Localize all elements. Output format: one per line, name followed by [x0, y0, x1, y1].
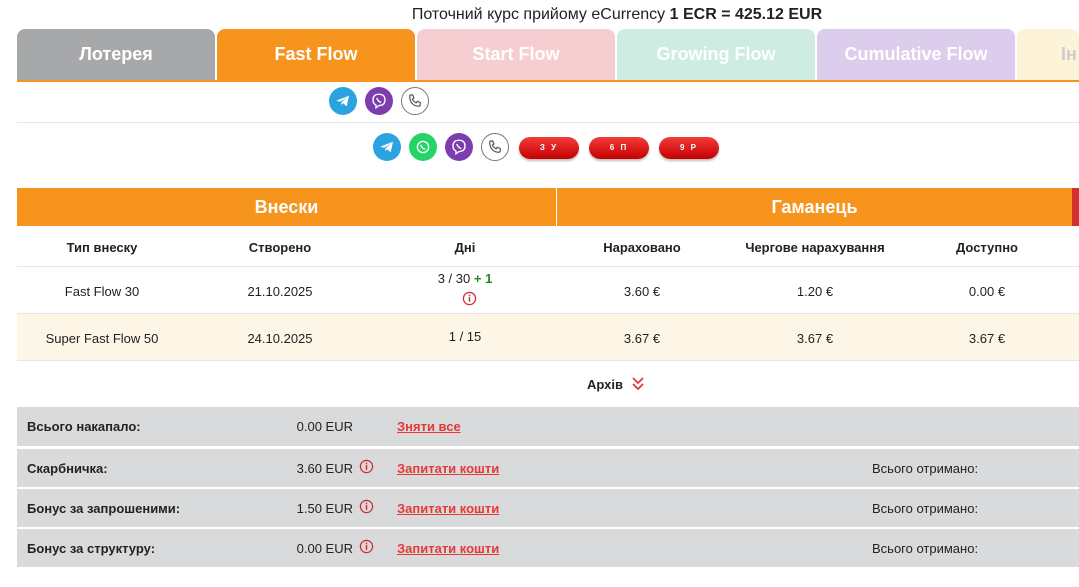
divider [17, 360, 1079, 361]
pill-button-9r[interactable]: 9 Р [659, 137, 719, 159]
contacts-row-1 [329, 87, 439, 117]
available-value: 3.67 € [968, 331, 1006, 346]
days-value: 1 / 15 [448, 329, 482, 344]
col-accrued: Нараховано [603, 240, 681, 255]
info-icon[interactable] [359, 499, 374, 514]
telegram-icon[interactable] [329, 87, 357, 115]
created-date: 21.10.2025 [247, 284, 313, 299]
summary-label: Бонус за структуру: [27, 541, 156, 556]
request-funds-link[interactable]: Запитати кошти [397, 461, 499, 476]
col-days: Дні [454, 240, 476, 255]
pill-button-6p[interactable]: 6 П [589, 137, 649, 159]
summary-row-structure-bonus: Бонус за структуру: 0.00 EUR Запитати ко… [17, 528, 1079, 567]
phone-icon[interactable] [401, 87, 429, 115]
exchange-rate-value: 1 ECR = 425.12 EUR [669, 6, 823, 23]
deposit-type: Fast Flow 30 [64, 284, 140, 299]
next-accrual-value: 1.20 € [796, 284, 834, 299]
summary-label: Скарбничка: [27, 461, 108, 476]
days-progress: 1 / 15 [380, 329, 550, 344]
summary-label: Бонус за запрошеними: [27, 501, 181, 516]
archive-toggle[interactable]: Архів [587, 377, 623, 392]
tab-more[interactable]: Ін [1017, 29, 1079, 80]
days-value: 3 / 30 [437, 271, 471, 286]
withdraw-all-link[interactable]: Зняти все [397, 419, 461, 434]
total-received-label: Всього отримано: [872, 541, 979, 556]
request-funds-link[interactable]: Запитати кошти [397, 501, 499, 516]
summary-value: 1.50 EUR [296, 501, 353, 516]
table-row: Fast Flow 30 21.10.2025 3 / 30 + 1 3.60 … [17, 267, 1079, 313]
summary-row-invite-bonus: Бонус за запрошеними: 1.50 EUR Запитати … [17, 488, 1079, 527]
summary-row-piggybank: Скарбничка: 3.60 EUR Запитати кошти Всьо… [17, 448, 1079, 487]
contacts-row-2: З У 6 П 9 Р [373, 133, 733, 163]
summary-row-total: Всього накапало: 0.00 EUR Зняти все [17, 407, 1079, 446]
summary-value: 0.00 EUR [296, 419, 353, 434]
info-icon[interactable] [359, 539, 374, 554]
chevron-double-down-icon[interactable] [631, 376, 645, 392]
request-funds-link[interactable]: Запитати кошти [397, 541, 499, 556]
total-received-label: Всього отримано: [872, 501, 979, 516]
exchange-rate: Поточний курс прийому eCurrency 1 ECR = … [0, 6, 1079, 24]
header-divider [556, 188, 557, 226]
days-progress: 3 / 30 + 1 [380, 271, 550, 286]
whatsapp-icon[interactable] [409, 133, 437, 161]
deposits-header: Внески [17, 188, 556, 226]
summary-value: 3.60 EUR [296, 461, 353, 476]
tab-lottery[interactable]: Лотерея [17, 29, 215, 80]
summary-value: 0.00 EUR [296, 541, 353, 556]
info-icon[interactable] [462, 291, 477, 306]
archive-label: Архів [587, 377, 623, 392]
next-accrual-value: 3.67 € [796, 331, 834, 346]
deposit-type: Super Fast Flow 50 [45, 331, 159, 346]
telegram-icon[interactable] [373, 133, 401, 161]
viber-icon[interactable] [445, 133, 473, 161]
exchange-rate-label: Поточний курс прийому eCurrency [411, 6, 666, 23]
tab-growing-flow[interactable]: Growing Flow [617, 29, 815, 80]
phone-icon[interactable] [481, 133, 509, 161]
divider [17, 122, 1079, 123]
created-date: 24.10.2025 [247, 331, 313, 346]
viber-icon[interactable] [365, 87, 393, 115]
col-available: Доступно [956, 240, 1018, 255]
accrued-value: 3.60 € [623, 284, 661, 299]
info-icon[interactable] [359, 459, 374, 474]
total-received-label: Всього отримано: [872, 461, 979, 476]
available-value: 0.00 € [968, 284, 1006, 299]
pill-button-zu[interactable]: З У [519, 137, 579, 159]
header-edge [1072, 188, 1079, 226]
col-deposit-type: Тип внеску [66, 240, 138, 255]
tab-fast-flow[interactable]: Fast Flow [217, 29, 415, 80]
col-created: Створено [248, 240, 312, 255]
summary-label: Всього накапало: [27, 419, 141, 434]
col-next-accrual: Чергове нарахування [745, 240, 885, 255]
wallet-header: Гаманець [557, 188, 1072, 226]
accrued-value: 3.67 € [623, 331, 661, 346]
days-bonus: + 1 [473, 271, 493, 286]
tab-start-flow[interactable]: Start Flow [417, 29, 615, 80]
product-tabs: Лотерея Fast Flow Start Flow Growing Flo… [17, 29, 1079, 81]
tab-cumulative-flow[interactable]: Cumulative Flow [817, 29, 1015, 80]
tabs-underline [17, 80, 1079, 82]
table-row: Super Fast Flow 50 24.10.2025 1 / 15 3.6… [17, 314, 1079, 360]
